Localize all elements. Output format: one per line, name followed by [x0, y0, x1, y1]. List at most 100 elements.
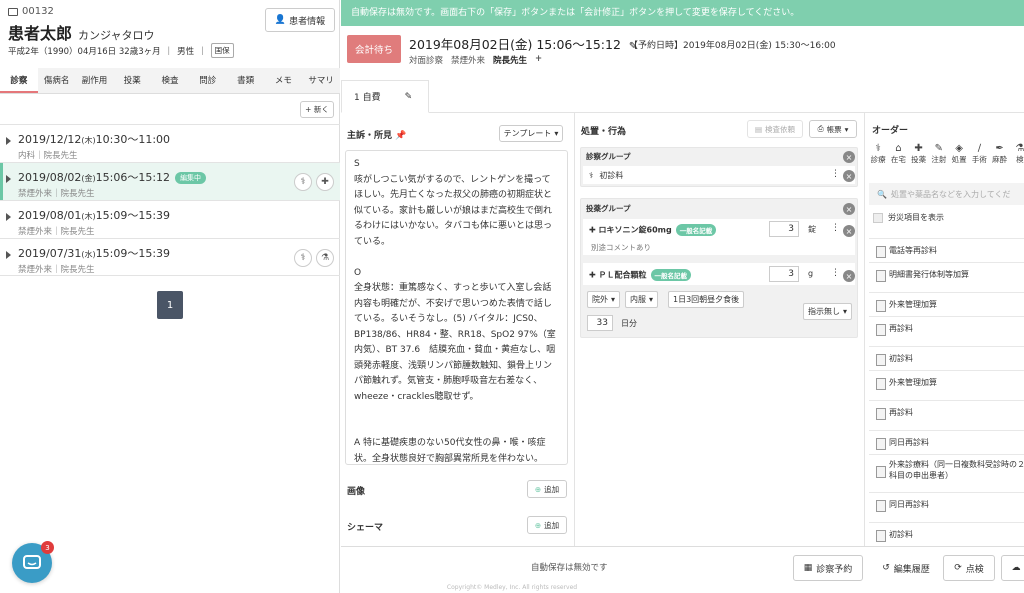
reservation-time: 【予約日時】2019年08月02日(金) 15:30〜16:00	[629, 41, 836, 51]
insurance-tag: 国保	[210, 43, 234, 58]
edit-history-button[interactable]: ↺ 編集履歴	[871, 555, 941, 581]
schema-section-title: シェーマ	[347, 523, 384, 533]
reserve-button[interactable]: ▦ 診察予約	[793, 555, 863, 581]
med-qty-1[interactable]: 3	[769, 221, 799, 237]
patient-info-button[interactable]: 👤 患者情報	[265, 8, 335, 32]
visit-row[interactable]: 2019/08/01(木)15:09〜15:39 禁煙外来｜院長先生	[0, 200, 340, 238]
tab-documents[interactable]: 書類	[227, 68, 265, 93]
disaster-label: 労災項目を表示	[888, 213, 944, 222]
order-item[interactable]: 再診料	[869, 400, 1024, 424]
med-unit-1: 錠	[808, 225, 816, 234]
order-item[interactable]: 外来診療料（同一日複数科受診時の２科目の申出患者）	[869, 454, 1024, 486]
findings-textarea[interactable]: S 咳がしつこい気がするので、レントゲンを撮ってほしい。先月亡くなった叔父の肺癌…	[345, 150, 568, 465]
tab-self-pay[interactable]: 1 自費 ✎	[341, 80, 429, 113]
tab-memo[interactable]: メモ	[264, 68, 302, 93]
direction-select[interactable]: 指示無し ▾	[803, 303, 853, 320]
days-unit: 日分	[621, 319, 637, 328]
exam-group: 診察グループ × ⚕ 初診料 ⋮ ×	[580, 147, 858, 187]
order-search-placeholder: 処置や薬品名などを入力してくだ	[890, 189, 1011, 199]
med-name-2: ✚ ＰＬ配合顆粒 一般名記載	[589, 269, 691, 281]
order-item[interactable]: 同日再診料	[869, 430, 1024, 454]
anesthesia-icon[interactable]: ✒ 麻酔	[991, 143, 1009, 171]
expand-arrow-icon[interactable]	[6, 175, 11, 183]
visit-dept: 禁煙外来｜院長先生	[18, 227, 95, 237]
cloud-icon: ☁	[1011, 563, 1021, 573]
order-item[interactable]: 再診料	[869, 316, 1024, 340]
close-icon[interactable]: ×	[843, 270, 855, 282]
close-icon[interactable]: ×	[843, 225, 855, 237]
add-image-button[interactable]: ⊕ 追加	[527, 480, 567, 498]
left-tabs: 診察 傷病名 副作用 投薬 検査 問診 書類 メモ サマリ	[0, 68, 340, 94]
id-card-icon	[8, 7, 18, 16]
stethoscope-icon[interactable]: ⚕	[294, 249, 312, 267]
inspection-request-button[interactable]: ▤ 検査依頼	[747, 120, 803, 138]
order-item[interactable]: 初診料	[869, 522, 1024, 546]
syringe-icon[interactable]: ✎ 注射	[930, 143, 948, 171]
printer-icon: ⎙	[817, 124, 824, 133]
exam-group-title: 診察グループ	[586, 152, 631, 161]
print-form-button[interactable]: ⎙ 帳票 ▾	[809, 120, 857, 138]
visit-row[interactable]: 2019/12/12(木)10:30〜11:00 内科｜院長先生	[0, 124, 340, 162]
more-icon[interactable]: ⋮	[831, 223, 840, 233]
footer-bar: 自動保存は無効です ▦ 診察予約 ↺ 編集履歴 ⟳ 点検 ☁	[341, 546, 1024, 584]
tab-questionnaire[interactable]: 問診	[189, 68, 227, 93]
tab-diagnosis[interactable]: 傷病名	[38, 68, 76, 93]
more-icon[interactable]: ⋮	[831, 169, 840, 179]
visit-datetime: 2019/07/31(水)15:09〜15:39	[18, 247, 171, 260]
add-schema-button[interactable]: ⊕ 追加	[527, 516, 567, 534]
pagination-page[interactable]: 1	[157, 291, 183, 319]
days-input[interactable]: 33	[587, 315, 613, 331]
order-item[interactable]: 明細書発行体制等加算	[869, 262, 1024, 286]
cloud-save-button[interactable]: ☁	[1001, 555, 1024, 581]
dosage-select[interactable]: 1日3回朝昼夕食後	[668, 291, 745, 308]
tab-side-effects[interactable]: 副作用	[76, 68, 114, 93]
tab-medication[interactable]: 投薬	[113, 68, 151, 93]
home-icon[interactable]: ⌂ 在宅	[889, 143, 907, 171]
flask-icon[interactable]: ⚗ 検	[1011, 143, 1024, 171]
tab-tests[interactable]: 検査	[151, 68, 189, 93]
visit-row-selected[interactable]: 2019/08/02(金)15:06〜15:12 編集中 禁煙外来｜院長先生 ⚕ …	[0, 162, 340, 200]
more-icon[interactable]: ⋮	[831, 268, 840, 278]
pencil-icon[interactable]: ✎	[405, 92, 413, 102]
patient-details: 平成2年（1990）04月16日 32歳3ヶ月 ｜ 男性 ｜ 国保	[8, 43, 234, 58]
close-icon[interactable]: ×	[843, 203, 855, 215]
bandage-icon[interactable]: ◈ 処置	[950, 143, 968, 171]
expand-arrow-icon[interactable]	[6, 251, 11, 259]
close-icon[interactable]: ×	[843, 151, 855, 163]
visit-datetime: 2019/08/01(木)15:09〜15:39	[18, 209, 171, 222]
expand-arrow-icon[interactable]	[6, 213, 11, 221]
scalpel-icon[interactable]: ∕ 手術	[970, 143, 988, 171]
order-item[interactable]: 外来管理加算	[869, 370, 1024, 394]
pill-icon[interactable]: ✚	[316, 173, 334, 191]
add-staff-button[interactable]: +	[535, 54, 542, 66]
visit-row[interactable]: 2019/07/31(水)15:09〜15:39 禁煙外来｜院長先生 ⚕ ⚗	[0, 238, 340, 276]
pill-icon[interactable]: ✚ 投薬	[910, 143, 928, 171]
check-button[interactable]: ⟳ 点検	[943, 555, 995, 581]
tab-summary[interactable]: サマリ	[302, 68, 340, 93]
encounter-type: 対面診察	[409, 56, 444, 66]
route2-select[interactable]: 内服 ▾	[625, 291, 659, 308]
order-item[interactable]: 外来管理加算	[869, 292, 1024, 316]
document-icon: ▤	[754, 124, 763, 134]
order-item[interactable]: 初診料	[869, 346, 1024, 370]
template-button[interactable]: テンプレート ▾	[499, 125, 563, 142]
microscope-icon[interactable]: ⚗	[316, 249, 334, 267]
status-button[interactable]: 会計待ち	[347, 35, 401, 63]
order-item[interactable]: 電話等再診料	[869, 238, 1024, 262]
column-divider	[864, 113, 865, 546]
tab-exam[interactable]: 診察	[0, 68, 38, 93]
expand-arrow-icon[interactable]	[6, 137, 11, 145]
route-select[interactable]: 院外 ▾	[587, 291, 621, 308]
order-search[interactable]: 🔍 処置や薬品名などを入力してくだ	[869, 183, 1024, 205]
stethoscope-icon[interactable]: ⚕ 診療	[869, 143, 887, 171]
close-icon[interactable]: ×	[843, 170, 855, 182]
pin-icon[interactable]: 📌	[395, 131, 406, 141]
new-visit-button[interactable]: + 新く	[300, 101, 334, 118]
stethoscope-icon[interactable]: ⚕	[294, 173, 312, 191]
exam-item-name: 初診料	[599, 170, 624, 180]
history-icon: ↺	[882, 563, 890, 573]
disaster-toggle[interactable]: 労災項目を表示	[873, 212, 944, 223]
order-item[interactable]: 同日再診料	[869, 492, 1024, 516]
checkbox[interactable]	[873, 212, 883, 223]
med-qty-2[interactable]: 3	[769, 266, 799, 282]
